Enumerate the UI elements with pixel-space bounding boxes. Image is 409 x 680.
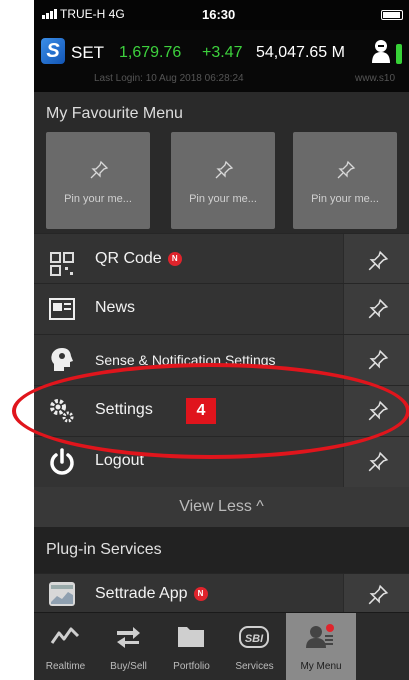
sense-head-icon [51, 348, 73, 371]
my-menu-person-icon [306, 624, 334, 648]
menu-item-qr-code[interactable]: QR Code N [34, 233, 409, 283]
pin-icon [90, 160, 109, 179]
plugin-services-header: Plug-in Services [34, 527, 409, 573]
bottom-tab-bar: Realtime Buy/Sell Portfolio SBI Services [34, 612, 409, 680]
pin-icon [368, 298, 389, 319]
tab-label: Services [235, 661, 274, 672]
tab-realtime[interactable]: Realtime [34, 613, 97, 680]
sbi-icon-text: SBI [245, 633, 264, 645]
menu-item-label: Settings [95, 401, 153, 418]
folder-icon [178, 627, 204, 647]
signal-strength-icon [42, 9, 57, 19]
favourite-slot-label: Pin your me... [64, 193, 132, 205]
favourite-menu-title: My Favourite Menu [46, 105, 183, 122]
settrade-app-icon [49, 582, 75, 606]
sbi-icon: SBI [239, 626, 269, 648]
battery-icon [381, 10, 403, 20]
pin-icon [368, 349, 389, 370]
pin-icon [215, 160, 234, 179]
last-login-text: Last Login: 10 Aug 2018 06:28:24 [94, 73, 244, 84]
index-volume: 54,047.65 M [256, 44, 345, 61]
favourite-slot-1[interactable]: Pin your me... [46, 132, 150, 229]
news-icon [49, 298, 75, 320]
menu-item-label: Sense & Notification Settings [95, 352, 276, 368]
plugin-services-title: Plug-in Services [46, 541, 162, 558]
pin-icon [368, 250, 389, 271]
menu-item-label: Settrade App N [95, 585, 208, 603]
new-badge: N [193, 587, 208, 601]
tab-label: Realtime [45, 661, 86, 672]
realtime-chart-icon [50, 627, 80, 644]
menu-item-sense-notification-settings[interactable]: Sense & Notification Settings [34, 334, 409, 385]
tab-portfolio[interactable]: Portfolio [160, 613, 223, 680]
tab-buy-sell[interactable]: Buy/Sell [97, 613, 160, 680]
connection-status-bar [396, 44, 402, 64]
index-change: +3.47 [202, 44, 243, 61]
tab-services[interactable]: SBI Services [223, 613, 286, 680]
pin-button[interactable] [343, 234, 409, 283]
menu-item-settings[interactable]: Settings 4 [34, 385, 409, 436]
menu-item-label: QR Code N [95, 250, 182, 268]
gears-icon [50, 399, 74, 423]
favourite-slot-label: Pin your me... [311, 193, 379, 205]
carrier-label: TRUE-H 4G [60, 7, 125, 21]
tab-label: Buy/Sell [110, 661, 147, 672]
menu-item-label: Logout [95, 452, 144, 469]
website-text: www.s10 [355, 73, 396, 84]
pin-button[interactable] [343, 574, 409, 613]
favourite-menu-section: My Favourite Menu Pin your me... Pin you… [34, 92, 409, 247]
tab-label: My Menu [300, 661, 342, 672]
pin-button[interactable] [343, 284, 409, 334]
market-ticker[interactable]: S SET 1,679.76 +3.47 54,047.65 M Last Lo… [34, 30, 409, 92]
menu-item-label: News [95, 299, 136, 316]
phone-screen: TRUE-H 4G 16:30 S SET 1,679.76 +3.47 54,… [34, 0, 409, 680]
pin-button[interactable] [343, 335, 409, 385]
account-person-icon[interactable] [370, 38, 392, 64]
app-logo: S [41, 38, 65, 64]
pin-icon [368, 451, 389, 472]
favourite-slot-3[interactable]: Pin your me... [293, 132, 397, 229]
pin-icon [337, 160, 356, 179]
tab-label: Portfolio [173, 661, 210, 672]
index-value: 1,679.76 [119, 44, 182, 61]
pin-button[interactable] [343, 386, 409, 436]
pin-button[interactable] [343, 437, 409, 487]
pin-icon [368, 584, 389, 605]
clock: 16:30 [202, 7, 236, 22]
favourite-slot-label: Pin your me... [189, 193, 257, 205]
plugin-item-settrade-app[interactable]: Settrade App N [34, 573, 409, 613]
view-less-button[interactable]: View Less ^ [34, 487, 409, 527]
qr-code-icon [50, 252, 74, 276]
power-icon [50, 448, 74, 475]
menu-item-logout[interactable]: Logout [34, 436, 409, 487]
pin-icon [368, 400, 389, 421]
status-bar: TRUE-H 4G 16:30 [34, 0, 409, 30]
buy-sell-arrows-icon [117, 627, 140, 648]
menu-item-news[interactable]: News [34, 283, 409, 334]
tab-my-menu[interactable]: My Menu [286, 613, 356, 680]
favourite-slot-2[interactable]: Pin your me... [171, 132, 275, 229]
new-badge: N [167, 252, 182, 266]
index-name: SET [71, 43, 105, 62]
step-number-badge: 4 [186, 398, 216, 424]
